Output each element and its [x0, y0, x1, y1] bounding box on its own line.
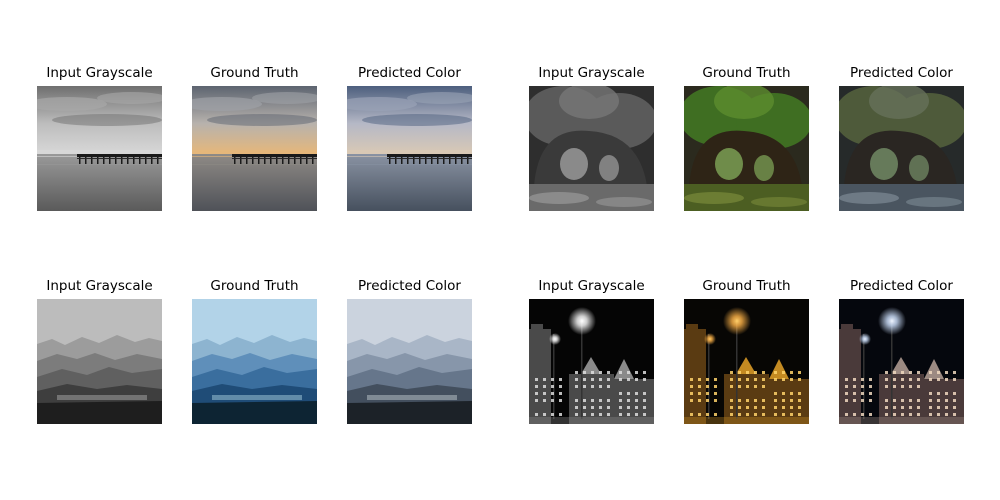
image-city-grayscale — [529, 299, 654, 424]
image-mountains-grayscale — [37, 299, 162, 424]
image-forest-predicted — [839, 86, 964, 211]
panel-title: Predicted Color — [358, 65, 461, 81]
image-city-ground-truth — [684, 299, 809, 424]
panel-mountains-predicted: Predicted Color — [347, 278, 472, 424]
panel-city-predicted: Predicted Color — [839, 278, 964, 424]
panel-title: Predicted Color — [850, 65, 953, 81]
panel-title: Predicted Color — [358, 278, 461, 294]
panel-pier-ground-truth: Ground Truth — [192, 65, 317, 211]
panel-forest-predicted: Predicted Color — [839, 65, 964, 211]
panel-city-grayscale: Input Grayscale — [529, 278, 654, 424]
image-pier-ground-truth — [192, 86, 317, 211]
panel-city-ground-truth: Ground Truth — [684, 278, 809, 424]
panel-pier-predicted: Predicted Color — [347, 65, 472, 211]
image-mountains-ground-truth — [192, 299, 317, 424]
panel-mountains-grayscale: Input Grayscale — [37, 278, 162, 424]
panel-pier-grayscale: Input Grayscale — [37, 65, 162, 211]
image-pier-grayscale — [37, 86, 162, 211]
panel-forest-grayscale: Input Grayscale — [529, 65, 654, 211]
image-forest-ground-truth — [684, 86, 809, 211]
panel-title: Predicted Color — [850, 278, 953, 294]
image-pier-predicted — [347, 86, 472, 211]
panel-forest-ground-truth: Ground Truth — [684, 65, 809, 211]
image-forest-grayscale — [529, 86, 654, 211]
panel-mountains-ground-truth: Ground Truth — [192, 278, 317, 424]
image-mountains-predicted — [347, 299, 472, 424]
image-city-predicted — [839, 299, 964, 424]
